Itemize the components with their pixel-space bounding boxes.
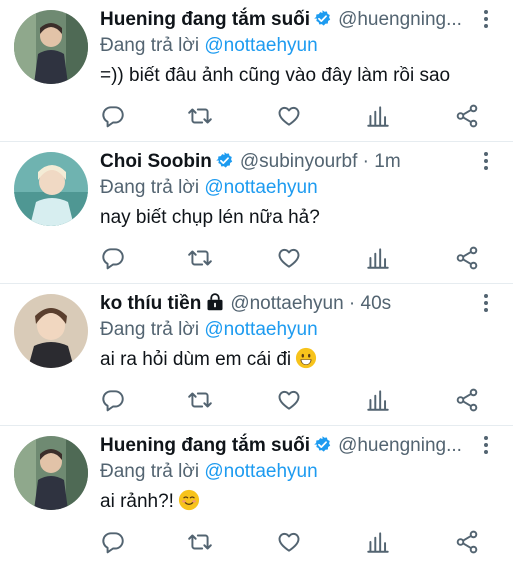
smiling-face-with-blush-emoji-icon xyxy=(178,489,200,511)
action-bar xyxy=(100,387,480,415)
tweet-text: ai rảnh?! xyxy=(100,488,200,516)
reply-thread: Huening đang tắm suối @huengning... Đang … xyxy=(0,0,513,567)
action-bar xyxy=(100,245,480,273)
timestamp: · 1m xyxy=(357,151,401,172)
replying-to: Đang trả lời @nottaehyun xyxy=(100,175,318,201)
display-name[interactable]: Huening đang tắm suối xyxy=(100,435,310,456)
tweet[interactable]: Huening đang tắm suối @huengning... Đang … xyxy=(0,426,513,567)
like-icon[interactable] xyxy=(276,387,302,413)
user-handle[interactable]: @nottaehyun xyxy=(230,293,343,314)
avatar[interactable] xyxy=(14,294,88,368)
reply-icon[interactable] xyxy=(100,245,126,271)
tweet-text: =)) biết đâu ảnh cũng vào đây làm rồi sa… xyxy=(100,65,451,86)
tweet-text: nay biết chụp lén nữa hả? xyxy=(100,207,320,228)
retweet-icon[interactable] xyxy=(187,529,213,555)
analytics-icon[interactable] xyxy=(365,103,391,129)
reply-icon[interactable] xyxy=(100,529,126,555)
avatar[interactable] xyxy=(14,152,88,226)
mention-link[interactable]: @nottaehyun xyxy=(204,319,317,340)
like-icon[interactable] xyxy=(276,245,302,271)
tweet[interactable]: Choi Soobin @subinyourbf · 1m Đang trả lờ… xyxy=(0,142,513,284)
reply-icon[interactable] xyxy=(100,103,126,129)
avatar[interactable] xyxy=(14,436,88,510)
retweet-icon[interactable] xyxy=(187,387,213,413)
user-handle[interactable]: @subinyourbf xyxy=(240,151,358,172)
mention-link[interactable]: @nottaehyun xyxy=(204,177,317,198)
tweet-text: ai ra hỏi dùm em cái đi xyxy=(100,346,317,374)
grinning-face-emoji-icon xyxy=(296,347,317,369)
retweet-icon[interactable] xyxy=(187,245,213,271)
tweet[interactable]: ko thíu tiền @nottaehyun · 40s Đang trả l… xyxy=(0,284,513,426)
tweet-text-content: ai ra hỏi dùm em cái đi xyxy=(100,349,292,370)
replying-to-label: Đang trả lời xyxy=(100,319,200,340)
replying-to: Đang trả lời @nottaehyun xyxy=(100,33,318,59)
more-options-icon[interactable] xyxy=(479,292,493,314)
replying-to-label: Đang trả lời xyxy=(100,461,200,482)
lock-icon xyxy=(207,293,223,311)
analytics-icon[interactable] xyxy=(365,245,391,271)
replying-to: Đang trả lời @nottaehyun xyxy=(100,459,318,485)
analytics-icon[interactable] xyxy=(365,387,391,413)
replying-to-label: Đang trả lời xyxy=(100,177,200,198)
reply-icon[interactable] xyxy=(100,387,126,413)
timestamp: · 40s xyxy=(343,293,392,314)
analytics-icon[interactable] xyxy=(365,529,391,555)
verified-badge-icon xyxy=(314,10,331,26)
action-bar xyxy=(100,529,480,557)
more-options-icon[interactable] xyxy=(479,434,493,456)
mention-link[interactable]: @nottaehyun xyxy=(204,35,317,56)
verified-badge-icon xyxy=(216,152,233,168)
share-icon[interactable] xyxy=(454,245,480,271)
display-name[interactable]: ko thíu tiền xyxy=(100,293,201,314)
action-bar xyxy=(100,103,480,131)
replying-to: Đang trả lời @nottaehyun xyxy=(100,317,318,343)
user-handle[interactable]: @huengning... xyxy=(338,9,462,30)
share-icon[interactable] xyxy=(454,529,480,555)
like-icon[interactable] xyxy=(276,103,302,129)
retweet-icon[interactable] xyxy=(187,103,213,129)
display-name[interactable]: Choi Soobin xyxy=(100,151,212,172)
more-options-icon[interactable] xyxy=(479,8,493,30)
like-icon[interactable] xyxy=(276,529,302,555)
share-icon[interactable] xyxy=(454,103,480,129)
tweet[interactable]: Huening đang tắm suối @huengning... Đang … xyxy=(0,0,513,142)
more-options-icon[interactable] xyxy=(479,150,493,172)
tweet-text-content: ai rảnh?! xyxy=(100,491,174,512)
user-handle[interactable]: @huengning... xyxy=(338,435,462,456)
verified-badge-icon xyxy=(314,436,331,452)
replying-to-label: Đang trả lời xyxy=(100,35,200,56)
share-icon[interactable] xyxy=(454,387,480,413)
mention-link[interactable]: @nottaehyun xyxy=(204,461,317,482)
avatar[interactable] xyxy=(14,10,88,84)
display-name[interactable]: Huening đang tắm suối xyxy=(100,9,310,30)
